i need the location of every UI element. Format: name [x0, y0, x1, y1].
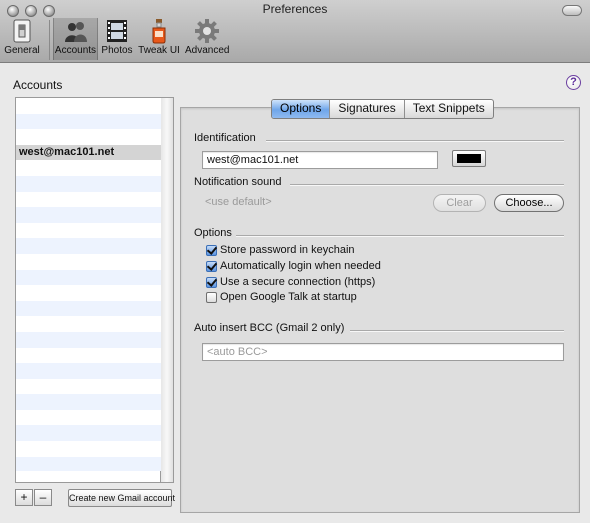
account-row[interactable] — [16, 425, 162, 442]
google-talk-startup-checkbox[interactable] — [206, 292, 217, 303]
account-row[interactable] — [16, 285, 162, 301]
add-account-button[interactable]: + — [15, 489, 33, 506]
accounts-scrollbar[interactable] — [161, 97, 174, 483]
section-divider — [236, 235, 564, 237]
account-row[interactable] — [16, 98, 162, 114]
identification-field[interactable]: west@mac101.net — [202, 151, 438, 169]
account-row[interactable] — [16, 316, 162, 332]
auto-bcc-field[interactable]: <auto BCC> — [202, 343, 564, 361]
clear-sound-button[interactable]: Clear — [433, 194, 486, 212]
account-row[interactable] — [16, 456, 162, 472]
accounts-list[interactable]: west@mac101.net — [15, 97, 163, 473]
identification-heading: Identification — [194, 132, 256, 144]
tab-text-snippets[interactable]: Text Snippets — [403, 100, 493, 118]
film-icon — [107, 20, 127, 42]
account-row[interactable] — [16, 441, 162, 457]
account-row[interactable] — [16, 394, 162, 410]
toolbar-item-label: Advanced — [185, 45, 230, 56]
toolbar-item-general[interactable]: General — [4, 18, 40, 60]
light-switch-icon — [13, 19, 31, 43]
help-icon[interactable]: ? — [566, 75, 581, 90]
section-divider — [266, 140, 564, 142]
toolbar-item-tweak-ui[interactable]: Tweak UI — [137, 18, 181, 60]
auto-bcc-heading: Auto insert BCC (Gmail 2 only) — [194, 322, 345, 334]
account-row[interactable] — [16, 129, 162, 145]
store-password-label: Store password in keychain — [220, 244, 355, 256]
notification-sound-heading: Notification sound — [194, 176, 282, 188]
account-row[interactable] — [16, 378, 162, 395]
account-row[interactable] — [16, 269, 162, 286]
notification-sound-value: <use default> — [205, 196, 272, 208]
options-heading: Options — [194, 227, 232, 239]
accounts-list-footer — [15, 471, 161, 483]
secure-connection-checkbox[interactable] — [206, 277, 217, 288]
color-swatch — [457, 154, 481, 163]
account-row[interactable] — [16, 222, 162, 239]
account-row[interactable] — [16, 347, 162, 364]
people-icon — [64, 22, 87, 42]
preferences-window: Preferences General Accounts Photos Twea… — [0, 0, 590, 523]
toolbar: Preferences General Accounts Photos Twea… — [0, 0, 590, 63]
potion-bottle-icon — [152, 19, 166, 44]
remove-account-button[interactable]: – — [34, 489, 52, 506]
account-row[interactable] — [16, 300, 162, 317]
account-row[interactable] — [16, 191, 162, 208]
toolbar-separator — [49, 20, 50, 60]
identification-color-well[interactable] — [452, 150, 486, 167]
toolbar-item-accounts[interactable]: Accounts — [53, 18, 98, 60]
section-divider — [350, 330, 564, 332]
accounts-label: Accounts — [13, 78, 63, 92]
account-row[interactable] — [16, 253, 162, 270]
account-row[interactable] — [16, 113, 162, 130]
toolbar-item-photos[interactable]: Photos — [101, 18, 133, 60]
account-row[interactable] — [16, 160, 162, 176]
auto-login-checkbox[interactable] — [206, 261, 217, 272]
account-row[interactable] — [16, 238, 162, 254]
settings-tabs: Options Signatures Text Snippets — [271, 99, 494, 119]
google-talk-startup-label: Open Google Talk at startup — [220, 291, 357, 303]
toolbar-toggle-icon[interactable] — [562, 5, 582, 16]
secure-connection-label: Use a secure connection (https) — [220, 276, 376, 288]
account-row[interactable] — [16, 207, 162, 223]
account-row[interactable] — [16, 331, 162, 348]
store-password-checkbox[interactable] — [206, 245, 217, 256]
gear-icon — [195, 19, 219, 43]
toolbar-item-label: General — [4, 45, 40, 56]
auto-login-label: Automatically login when needed — [220, 260, 381, 272]
account-row[interactable] — [16, 409, 162, 426]
tab-signatures[interactable]: Signatures — [329, 100, 403, 118]
choose-sound-button[interactable]: Choose... — [494, 194, 564, 212]
toolbar-item-advanced[interactable]: Advanced — [185, 18, 229, 60]
window-title: Preferences — [262, 2, 328, 16]
create-gmail-account-button[interactable]: Create new Gmail account — [68, 489, 175, 507]
account-row[interactable] — [16, 363, 162, 379]
account-row[interactable] — [16, 175, 162, 192]
account-row[interactable]: west@mac101.net — [16, 144, 162, 161]
tab-options[interactable]: Options — [272, 100, 330, 118]
toolbar-item-label: Accounts — [54, 45, 97, 56]
toolbar-item-label: Tweak UI — [138, 45, 180, 56]
toolbar-item-label: Photos — [101, 45, 133, 56]
section-divider — [290, 184, 564, 186]
